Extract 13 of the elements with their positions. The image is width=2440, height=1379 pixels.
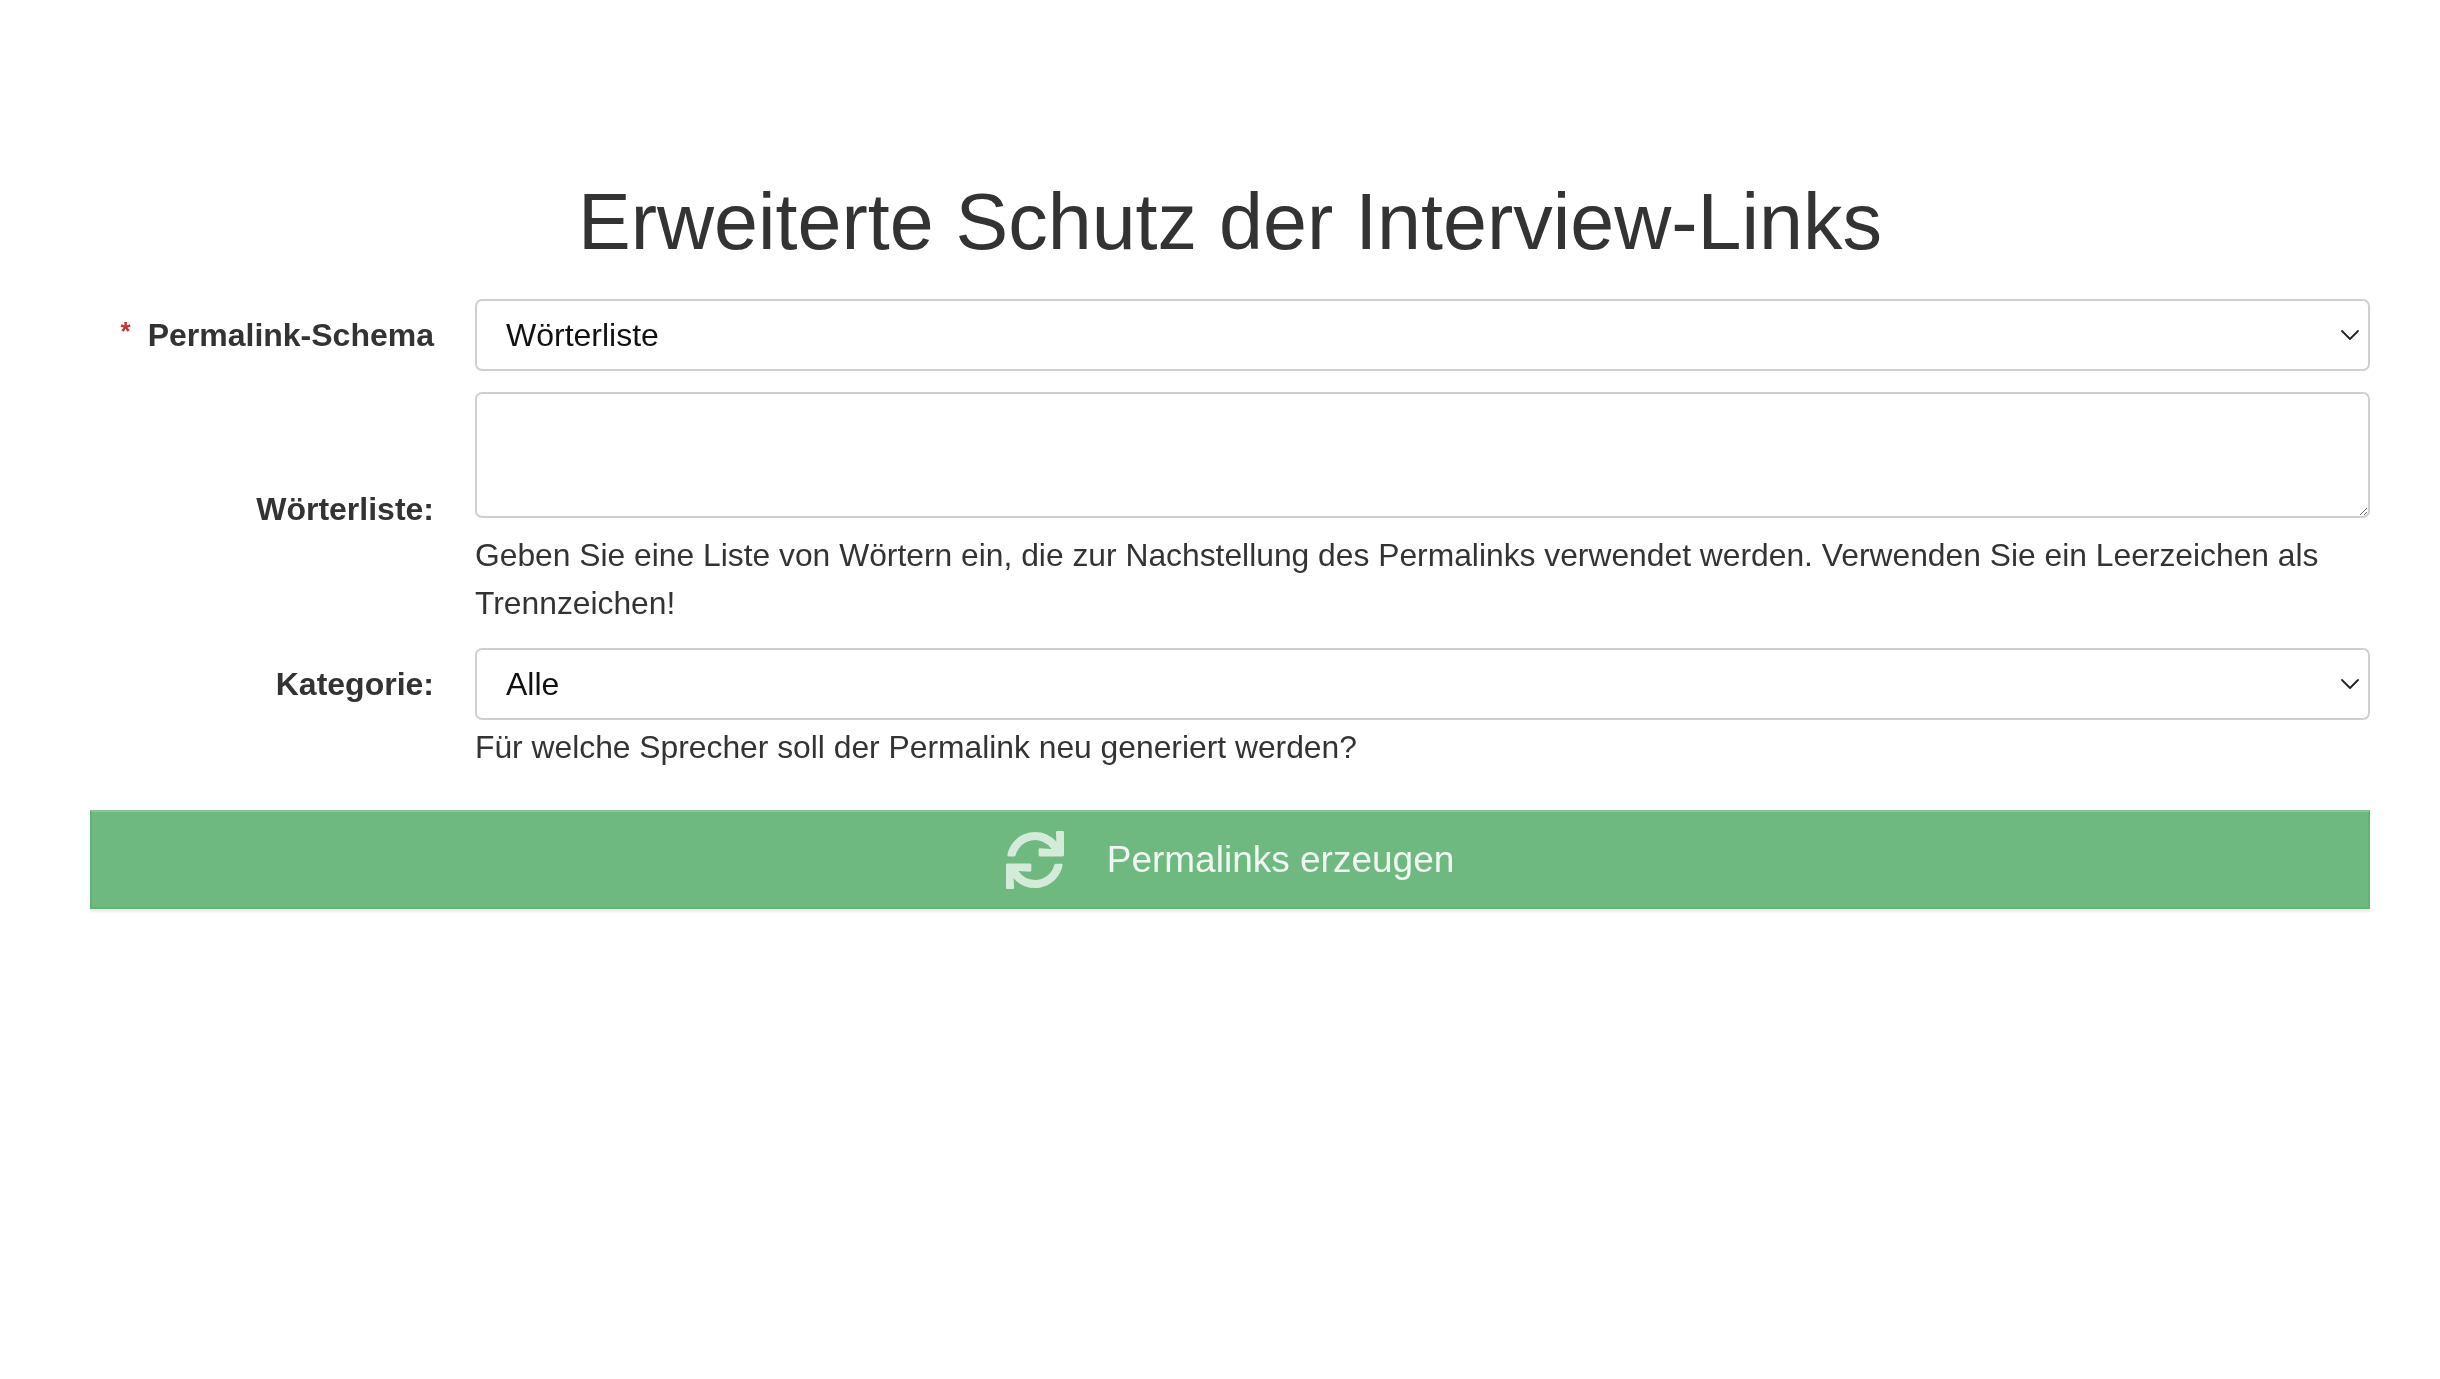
chevron-down-icon: [2341, 679, 2359, 689]
field-label: Wörterliste:: [256, 491, 434, 528]
field-label: Kategorie:: [275, 665, 434, 703]
refresh-icon: [1005, 830, 1064, 889]
dropdown[interactable]: Alle: [475, 648, 2370, 720]
dropdown[interactable]: Wörterliste: [475, 299, 2370, 371]
help-text: Geben Sie eine Liste von Wörtern ein, die zur Nachstellung des Permalinks verwendet werden. Verwenden Sie ein Leerzeichen als Trennzeichen!: [475, 536, 2320, 623]
required-mark: *: [120, 318, 131, 344]
chevron-down-icon: [2341, 330, 2359, 340]
text-area-field[interactable]: [475, 392, 2370, 518]
help-text: Für welche Sprecher soll der Permalink neu generiert werden?: [475, 728, 1358, 767]
field-label: Permalink-Schema: [147, 316, 434, 354]
page-title: Erweiterte Schutz der Interview-Links: [577, 176, 1883, 267]
